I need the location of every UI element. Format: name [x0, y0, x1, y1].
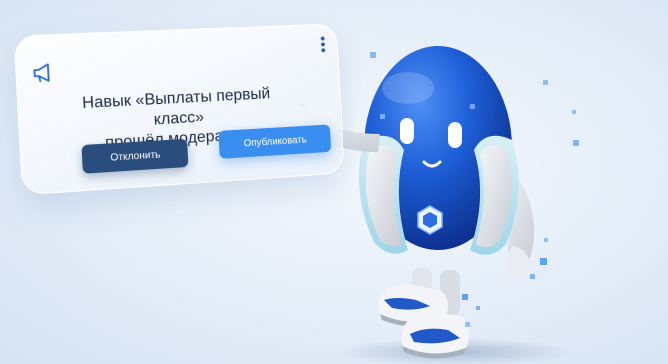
kebab-menu-icon[interactable]: [320, 36, 327, 56]
hexagon-badge-icon: [417, 205, 443, 235]
megaphone-icon: [31, 62, 57, 84]
publish-button[interactable]: Опубликовать: [218, 124, 332, 159]
moderation-notification-card: Навык «Выплаты первый класс» прошёл моде…: [13, 23, 345, 196]
reject-button[interactable]: Отклонить: [81, 138, 189, 174]
